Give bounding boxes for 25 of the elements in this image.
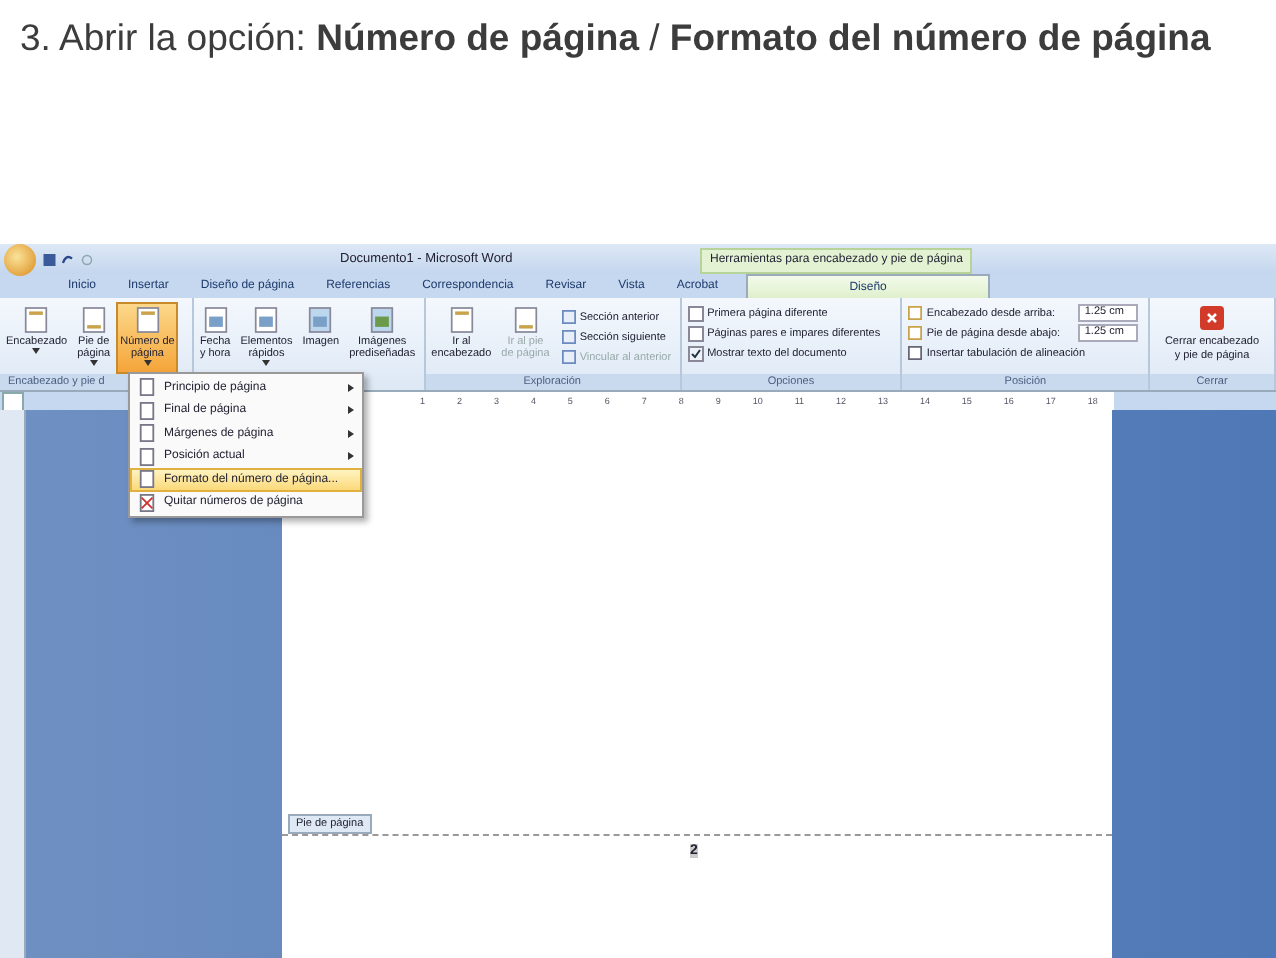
page-icon: [24, 306, 49, 334]
dropdown-arrow-icon: [262, 360, 271, 366]
checkbox[interactable]: [687, 325, 704, 341]
dropdown-arrow-icon: [89, 360, 98, 366]
page-icon: [449, 306, 474, 334]
page-icon: [203, 306, 228, 334]
image-icon: [308, 306, 333, 334]
submenu-arrow-icon: [348, 429, 354, 438]
page-icon: [135, 306, 160, 334]
tab-selector[interactable]: [2, 392, 24, 412]
image-icon: [370, 306, 395, 334]
dropdown-arrow-icon: [143, 360, 152, 366]
delete-page-icon: [138, 493, 156, 512]
close-icon: [1200, 306, 1224, 330]
dropdown-arrow-icon: [32, 348, 41, 354]
submenu-arrow-icon: [348, 452, 354, 461]
submenu-arrow-icon: [348, 406, 354, 415]
slide-heading: 3. Abrir la opción: Número de página / Formato del número de página: [18, 14, 1213, 62]
office-button[interactable]: [4, 243, 36, 275]
page-icon: [81, 306, 106, 334]
checkbox[interactable]: [687, 305, 704, 321]
submenu-arrow-icon: [348, 383, 354, 392]
page-icon: [513, 306, 538, 334]
checkbox[interactable]: [687, 345, 704, 361]
page-icon: [254, 306, 279, 334]
